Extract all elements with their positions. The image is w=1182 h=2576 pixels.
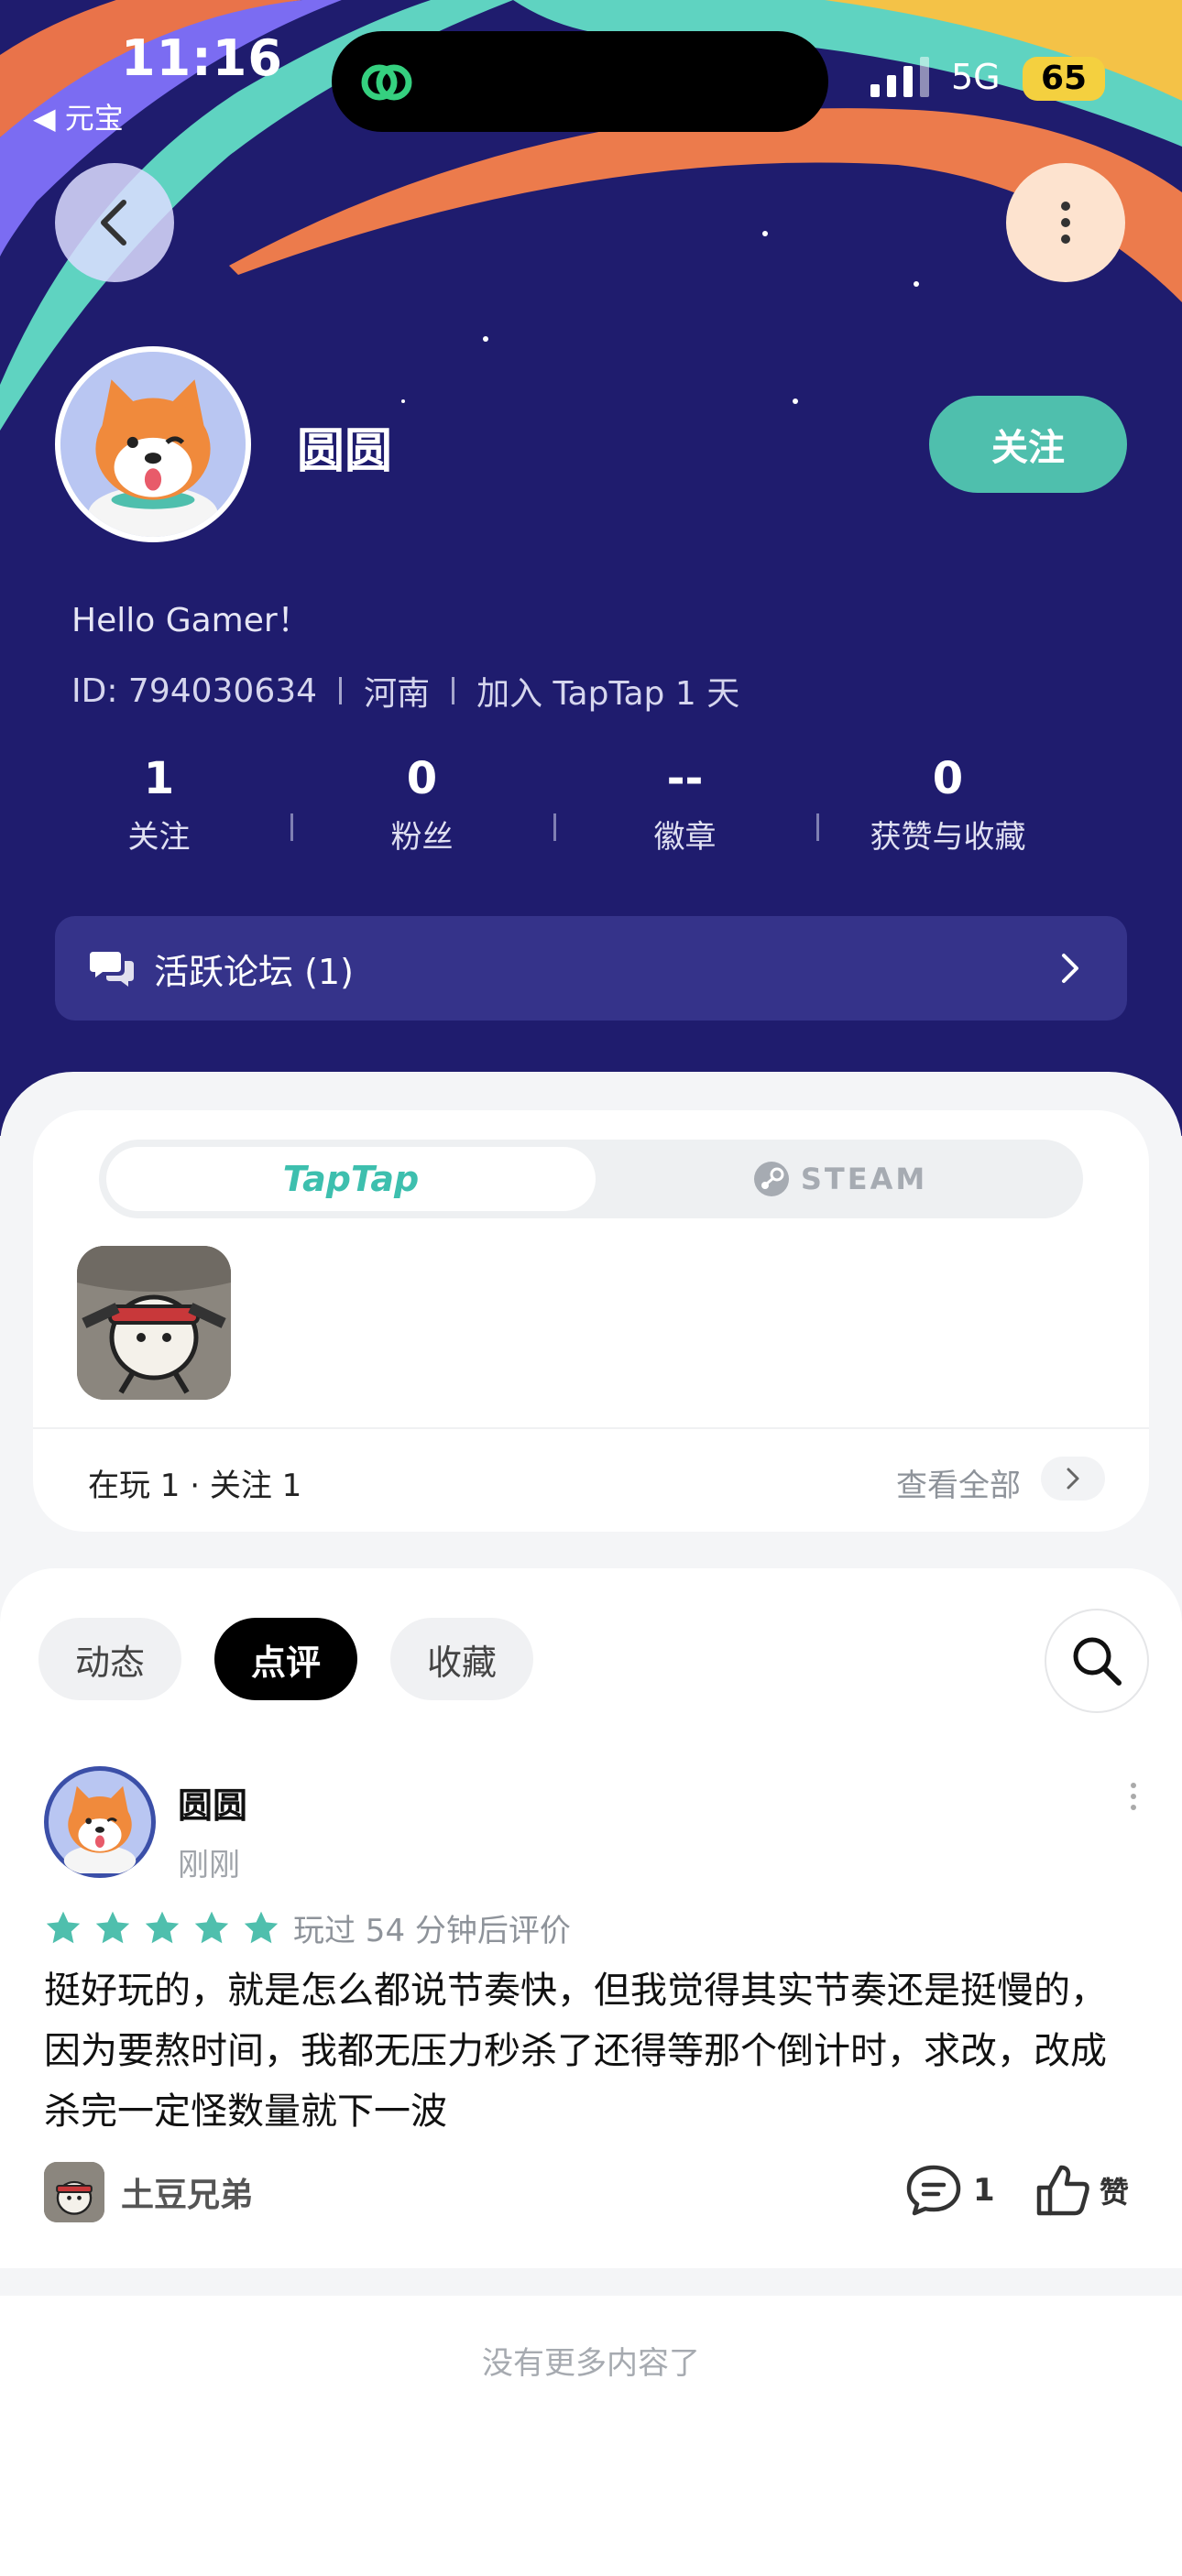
taptap-logo: TapTap <box>282 1159 420 1199</box>
stat-divider <box>816 813 819 841</box>
more-options-button[interactable] <box>1006 163 1125 282</box>
post-author-avatar[interactable] <box>44 1766 156 1878</box>
stat-following[interactable]: 1 关注 <box>27 749 290 856</box>
steam-icon <box>753 1162 789 1196</box>
network-type: 5G <box>951 57 1001 97</box>
shiba-avatar-image <box>49 1771 151 1876</box>
app-activity-icon <box>361 64 412 101</box>
stat-divider <box>553 813 556 841</box>
back-app-label: 元宝 <box>64 101 124 136</box>
game-icon-potato-brothers[interactable] <box>77 1246 231 1400</box>
play-time: 玩过 54 分钟后评价 <box>293 1913 571 1949</box>
star-icon <box>95 1911 130 1943</box>
star-icon <box>194 1911 229 1943</box>
post-more-icon[interactable] <box>1131 1783 1136 1810</box>
stat-label: 徽章 <box>653 819 717 856</box>
profile-meta: ID: 794030634 河南 加入 TapTap 1 天 <box>71 667 739 715</box>
comment-icon <box>906 2165 961 2216</box>
stat-value: 0 <box>932 753 964 804</box>
forum-chat-icon <box>90 952 134 987</box>
games-summary: 在玩 1 · 关注 1 <box>88 1468 302 1504</box>
status-time: 11:16 <box>121 29 283 87</box>
search-button[interactable] <box>1045 1609 1149 1713</box>
footer-area <box>0 2281 1182 2576</box>
dynamic-island <box>332 31 828 132</box>
tab-steam[interactable]: STEAM <box>596 1147 1085 1211</box>
comment-button[interactable]: 1 <box>905 2164 995 2217</box>
like-button[interactable]: 赞 <box>1035 2164 1129 2217</box>
rating-stars <box>44 1909 280 1948</box>
star-icon <box>46 1911 81 1943</box>
stat-badges[interactable]: -- 徽章 <box>553 749 816 856</box>
stat-label: 关注 <box>127 819 191 856</box>
meta-divider <box>339 677 343 704</box>
profile-region: 河南 <box>364 675 431 713</box>
review-text[interactable]: 挺好玩的，就是怎么都说节奏快，但我觉得其实节奏还是挺慢的，因为要熬时间，我都无压… <box>44 1960 1134 2142</box>
profile-header: 11:16 ◀ 元宝 5G 65 圆圆 关注 Hello Gamer！ ID: … <box>0 0 1182 1136</box>
search-icon <box>1073 1637 1122 1686</box>
active-forum-bar[interactable]: 活跃论坛 (1) <box>55 916 1127 1021</box>
star-icon <box>244 1911 279 1943</box>
follow-button[interactable]: 关注 <box>929 396 1127 493</box>
profile-stats: 1 关注 0 粉丝 -- 徽章 0 获赞与收藏 <box>27 749 1081 856</box>
stat-likes[interactable]: 0 获赞与收藏 <box>816 749 1079 856</box>
review-rating: 玩过 54 分钟后评价 <box>44 1905 571 1950</box>
potato-character-image <box>44 2162 104 2222</box>
view-all-button[interactable] <box>1041 1457 1105 1501</box>
view-all-link[interactable]: 查看全部 <box>896 1460 1021 1505</box>
chevron-left-icon <box>101 200 126 246</box>
stat-value: -- <box>666 753 704 804</box>
profile-name: 圆圆 <box>297 424 393 479</box>
stat-label: 获赞与收藏 <box>870 819 1026 856</box>
comment-count: 1 <box>973 2172 995 2209</box>
post-author-name[interactable]: 圆圆 <box>178 1777 247 1828</box>
stat-value: 0 <box>406 753 438 804</box>
back-button[interactable] <box>55 163 174 282</box>
profile-avatar[interactable] <box>55 346 251 542</box>
stat-value: 1 <box>143 753 175 804</box>
tab-favorites[interactable]: 收藏 <box>390 1618 533 1700</box>
battery-level: 65 <box>1023 57 1105 101</box>
chevron-right-icon <box>1067 1468 1079 1490</box>
more-vertical-icon <box>1061 202 1070 244</box>
game-tag-name: 土豆兄弟 <box>121 2177 254 2214</box>
shiba-avatar-image <box>60 352 246 537</box>
meta-divider <box>452 677 455 704</box>
like-label: 赞 <box>1100 2175 1130 2210</box>
stat-label: 粉丝 <box>390 819 454 856</box>
steam-label: STEAM <box>800 1162 928 1196</box>
tab-reviews[interactable]: 点评 <box>214 1618 357 1700</box>
cellular-signal-icon <box>870 57 929 97</box>
post-time: 刚刚 <box>178 1847 240 1883</box>
card-divider <box>33 1427 1149 1429</box>
stat-divider <box>290 813 293 841</box>
potato-character-image <box>77 1246 231 1400</box>
profile-bio: Hello Gamer！ <box>71 602 311 639</box>
profile-joined: 加入 TapTap 1 天 <box>476 675 740 713</box>
star-icon <box>145 1911 180 1943</box>
end-of-list-text: 没有更多内容了 <box>482 2345 700 2382</box>
stat-followers[interactable]: 0 粉丝 <box>290 749 553 856</box>
tab-taptap[interactable]: TapTap <box>106 1147 596 1211</box>
tab-activity[interactable]: 动态 <box>38 1618 181 1700</box>
game-tag-icon <box>44 2162 104 2222</box>
thumbs-up-icon <box>1036 2165 1089 2216</box>
back-to-app-link[interactable]: ◀ 元宝 <box>33 95 124 137</box>
reviewed-game-tag[interactable]: 土豆兄弟 <box>44 2162 253 2222</box>
forum-label: 活跃论坛 (1) <box>154 951 354 992</box>
chevron-right-icon <box>1062 954 1078 983</box>
profile-id: ID: 794030634 <box>71 671 318 710</box>
